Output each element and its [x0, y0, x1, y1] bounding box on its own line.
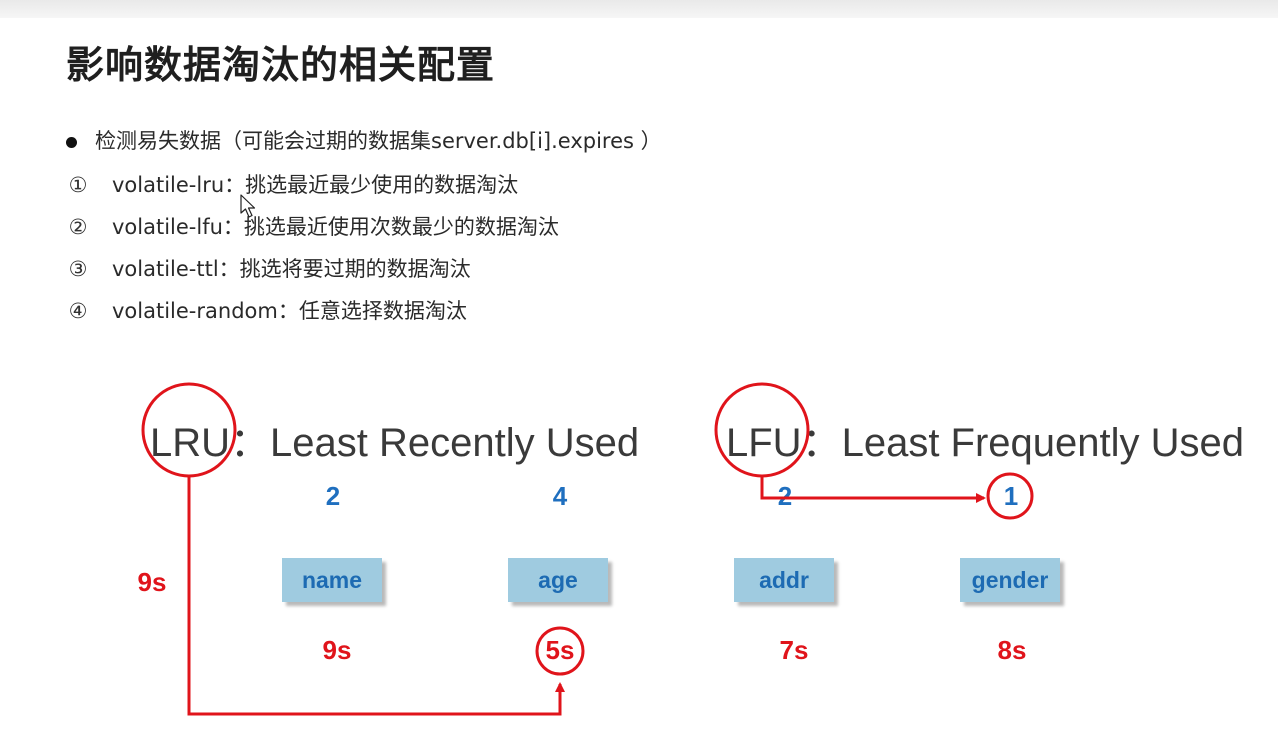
lru-abbr: LRU — [150, 421, 231, 465]
last-access-time-addr: 7s — [779, 635, 809, 665]
key-box-addr: addr — [734, 558, 834, 602]
annotation-overlay — [141, 382, 1034, 716]
access-count-gender: 1 — [1003, 481, 1019, 511]
last-access-time-gender: 8s — [997, 635, 1027, 665]
last-access-time-age: 5s — [545, 635, 575, 665]
lru-lfu-diagram: LRU：Least Recently Used LFU：Least Freque… — [0, 0, 1278, 736]
lfu-colon: ： — [801, 421, 842, 465]
last-access-time-name: 9s — [322, 635, 352, 665]
access-count-name: 2 — [325, 481, 341, 511]
access-count-addr: 2 — [777, 481, 793, 511]
key-box-name: name — [282, 558, 382, 602]
left-time-label: 9s — [137, 567, 167, 597]
access-count-age: 4 — [552, 481, 568, 511]
lfu-abbr: LFU — [726, 421, 802, 465]
key-box-gender: gender — [960, 558, 1060, 602]
lfu-full-name: Least Frequently Used — [841, 421, 1245, 465]
lru-colon: ： — [230, 421, 271, 465]
lfu-heading: LFU：Least Frequently Used — [726, 410, 1244, 468]
lru-full-name: Least Recently Used — [270, 421, 640, 465]
lru-heading: LRU：Least Recently Used — [150, 410, 639, 468]
key-box-age: age — [508, 558, 608, 602]
